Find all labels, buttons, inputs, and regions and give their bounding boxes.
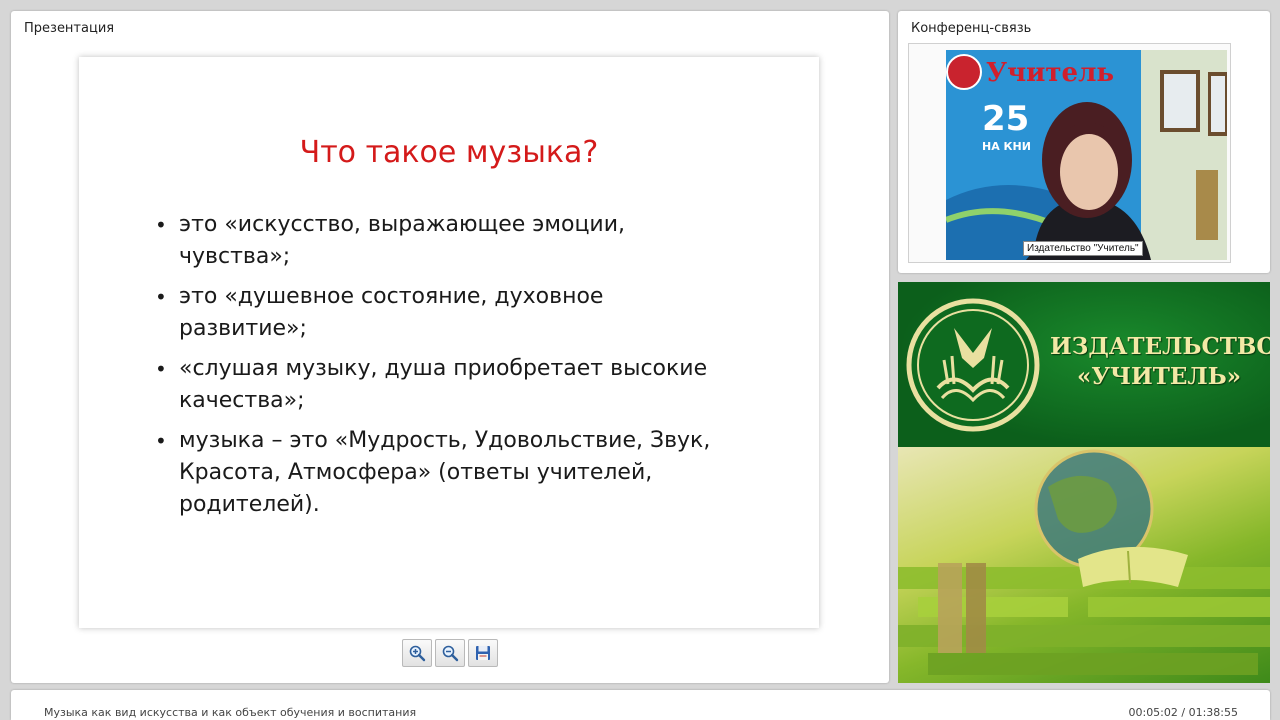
- bullet-dot: •: [155, 285, 167, 309]
- backdrop-tagline: НА КНИ: [982, 140, 1031, 153]
- backdrop-logo-text: Учитель: [986, 58, 1114, 88]
- slide-bullet-list: • это «искусство, выражающее эмоции, чувс…: [155, 209, 715, 529]
- conference-panel: Конференц-связь Учитель 25 НА КНИ Издате…: [898, 11, 1270, 273]
- video-caption: Издательство "Учитель": [1023, 241, 1143, 256]
- publisher-banner-top: ИЗДАТЕЛЬСТВО «УЧИТЕЛЬ»: [898, 282, 1270, 447]
- publisher-banner: ИЗДАТЕЛЬСТВО «УЧИТЕЛЬ»: [898, 282, 1270, 683]
- bullet-dot: •: [155, 429, 167, 453]
- video-frame: Учитель 25 НА КНИ Издательство "Учитель": [908, 43, 1231, 263]
- backdrop-number: 25: [982, 99, 1029, 139]
- zoom-in-button[interactable]: [402, 639, 432, 667]
- presentation-panel: Презентация Что такое музыка? • это «иску…: [11, 11, 889, 683]
- zoom-in-icon: [409, 645, 426, 662]
- conference-panel-title: Конференц-связь: [911, 21, 1032, 36]
- bullet-dot: •: [155, 357, 167, 381]
- publisher-name: ИЗДАТЕЛЬСТВО «УЧИТЕЛЬ»: [1050, 332, 1270, 392]
- publisher-name-line2: «УЧИТЕЛЬ»: [1076, 363, 1242, 390]
- publisher-name-line1: ИЗДАТЕЛЬСТВО: [1050, 333, 1270, 360]
- zoom-out-button[interactable]: [435, 639, 465, 667]
- books-globe-illustration: [898, 449, 1270, 675]
- publisher-logo-icon: [906, 298, 1040, 432]
- publisher-banner-photo: [898, 447, 1270, 683]
- webcam-scene: Учитель 25 НА КНИ: [946, 50, 1227, 260]
- save-button[interactable]: [468, 639, 498, 667]
- zoom-out-icon: [442, 645, 459, 662]
- footer-title: Музыка как вид искусства и как объект об…: [44, 706, 417, 719]
- presentation-panel-title: Презентация: [24, 21, 115, 36]
- person-face: [1060, 134, 1118, 210]
- slide-bullet: • это «искусство, выражающее эмоции, чувс…: [155, 209, 715, 273]
- slide-title: Что такое музыка?: [299, 135, 599, 170]
- slide-toolbar: [402, 639, 498, 667]
- playback-time: 00:05:02 / 01:38:55: [1128, 706, 1238, 719]
- footer-bar: Музыка как вид искусства и как объект об…: [11, 690, 1270, 720]
- slide-bullet: • это «душевное состояние, духовное разви…: [155, 281, 715, 345]
- slide-bullet: • «слушая музыку, душа приобретает высок…: [155, 353, 715, 417]
- trophy-icon: [1196, 170, 1218, 240]
- slide: Что такое музыка? • это «искусство, выраж…: [79, 57, 819, 628]
- backdrop-logo-icon: [946, 54, 982, 90]
- bullet-dot: •: [155, 213, 167, 237]
- slide-bullet: • музыка – это «Мудрость, Удовольствие, …: [155, 425, 715, 521]
- save-icon: [476, 646, 490, 660]
- webcam-video[interactable]: Учитель 25 НА КНИ Издательство "Учитель": [946, 50, 1227, 260]
